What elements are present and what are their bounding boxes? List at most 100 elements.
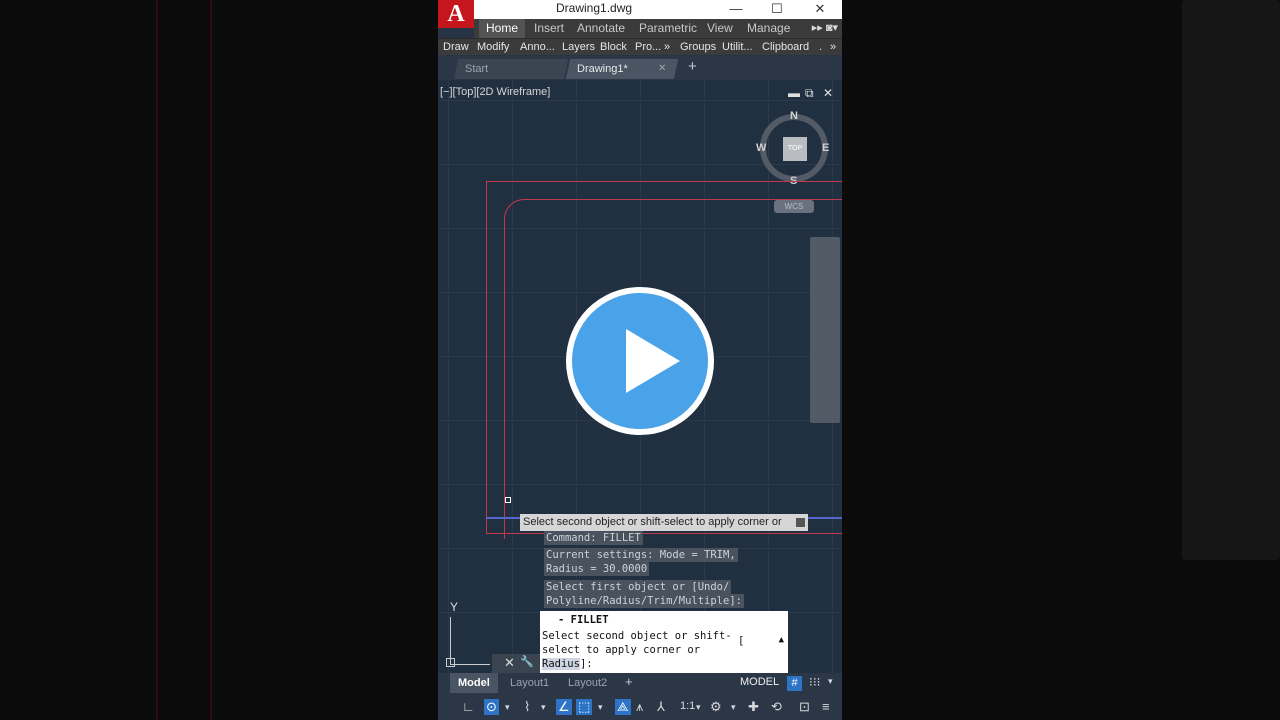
panel-draw[interactable]: Draw xyxy=(443,39,469,56)
ribbon-panels: Draw Modify Anno... Layers Block Pro... … xyxy=(438,38,842,55)
text-cursor: [ xyxy=(738,635,745,647)
play-button-fill xyxy=(572,293,708,429)
play-icon xyxy=(626,329,680,393)
workspace-caret-icon[interactable]: ▾ xyxy=(731,702,736,713)
more-tabs-icon[interactable]: ▸▸ ◙▾ xyxy=(812,19,838,38)
object-snap-caret-icon[interactable]: ▾ xyxy=(598,702,603,713)
viewport-minimize-icon[interactable]: ▬ xyxy=(788,86,800,100)
autocad-logo-icon[interactable]: A xyxy=(438,0,474,28)
scroll-up-icon[interactable]: ▲ xyxy=(779,635,784,645)
compass-west[interactable]: W xyxy=(756,142,766,154)
panel-annotation[interactable]: Anno... xyxy=(520,39,555,56)
tab-model[interactable]: Model xyxy=(450,673,498,693)
polar-caret-icon[interactable]: ▾ xyxy=(505,702,510,713)
tab-layout1[interactable]: Layout1 xyxy=(502,673,557,693)
panel-more-icon[interactable]: » xyxy=(664,39,670,56)
snap-caret-icon[interactable]: ▾ xyxy=(828,676,833,687)
command-line[interactable]: - FILLET Select second object or shift- … xyxy=(540,611,788,673)
command-prompt-line: select to apply corner or xyxy=(542,644,701,656)
minimize-button[interactable]: — xyxy=(724,0,748,19)
customize-wrench-icon[interactable]: 🔧 xyxy=(520,655,534,668)
viewport-controls-label[interactable]: [−][Top][2D Wireframe] xyxy=(440,86,550,98)
prompt-end: ]: xyxy=(579,658,593,670)
panel-layers[interactable]: Layers xyxy=(562,39,595,56)
polar-icon[interactable]: ⊙ xyxy=(484,699,499,715)
command-name: - FILLET xyxy=(558,614,609,626)
panel-utilities[interactable]: Utilit... xyxy=(722,39,753,56)
ucs-origin-icon xyxy=(446,658,455,667)
compass-north[interactable]: N xyxy=(790,110,798,122)
close-button[interactable]: ✕ xyxy=(808,0,832,19)
tooltip-options-icon[interactable] xyxy=(796,518,805,527)
history-line: Select first object or [Undo/ xyxy=(544,580,732,594)
scale-label[interactable]: 1:1 xyxy=(680,700,695,712)
panel-modify[interactable]: Modify xyxy=(477,39,509,56)
clean-screen-icon[interactable]: ⊡ xyxy=(799,699,810,715)
ucs-y-label: Y xyxy=(450,600,459,614)
tab-drawing1-label: Drawing1* xyxy=(577,63,628,75)
annotation-scale-icon[interactable]: ⅄ xyxy=(657,699,665,715)
window-title: Drawing1.dwg xyxy=(556,1,633,15)
grid-toggle-icon[interactable]: # xyxy=(787,676,802,691)
panel-properties[interactable]: Pro... xyxy=(635,39,661,56)
viewport-close-icon[interactable]: ✕ xyxy=(823,86,833,100)
radius-option[interactable]: Radius xyxy=(542,658,580,670)
background-panel xyxy=(1182,0,1280,560)
tab-start[interactable]: Start xyxy=(453,59,569,79)
status-bar: ∟ ⊙ ▾ ⌇ ▾ ∠ ⬚ ▾ ⟁ ⩚ ⅄ 1:1 ▾ ⚙ ▾ ✚ ⟲ ⊡ ≡ xyxy=(438,693,842,720)
tab-manage[interactable]: Manage xyxy=(747,19,790,38)
history-line: Polyline/Radius/Trim/Multiple]: xyxy=(544,594,744,608)
tab-drawing1[interactable]: Drawing1* ✕ xyxy=(565,59,679,79)
compass-east[interactable]: E xyxy=(822,142,829,154)
isodraft-icon[interactable]: ⌇ xyxy=(524,699,530,715)
tab-layout2[interactable]: Layout2 xyxy=(560,673,615,693)
viewport-restore-icon[interactable]: ⧉ xyxy=(805,86,814,101)
file-tabs: Start Drawing1* ✕ xyxy=(438,56,842,80)
object-snap-icon[interactable]: ⬚ xyxy=(576,699,593,715)
panel-end-mark: . xyxy=(819,41,823,53)
command-line-tools: ✕ 🔧 xyxy=(492,654,540,673)
command-prompt-line: Select second object or shift- xyxy=(542,630,732,642)
tab-insert[interactable]: Insert xyxy=(534,19,564,38)
annotation-monitor-icon[interactable]: ✚ xyxy=(748,699,759,715)
history-line: Command: FILLET xyxy=(544,531,643,545)
isodraft-caret-icon[interactable]: ▾ xyxy=(541,702,546,713)
history-line: Radius = 30.0000 xyxy=(544,562,650,576)
units-icon[interactable]: ⟲ xyxy=(771,699,782,715)
tooltip-text: Select second object or shift-select to … xyxy=(523,516,782,528)
customization-menu-icon[interactable]: ≡ xyxy=(822,699,830,714)
tab-view[interactable]: View xyxy=(707,19,733,38)
annotation-visibility-icon[interactable]: ⟁ xyxy=(615,699,631,715)
history-line: Current settings: Mode = TRIM, xyxy=(544,548,738,562)
tab-home[interactable]: Home xyxy=(479,19,526,38)
panel-groups[interactable]: Groups xyxy=(680,39,716,56)
maximize-button[interactable]: ☐ xyxy=(765,0,789,19)
pickbox-cursor xyxy=(505,497,511,503)
command-prompt: Select second object or shift- select to… xyxy=(542,629,742,671)
viewcube[interactable]: TOP xyxy=(760,114,828,182)
viewcube-top-face[interactable]: TOP xyxy=(783,137,807,161)
object-snap-tracking-icon[interactable]: ∠ xyxy=(556,699,572,715)
panel-more-icon[interactable]: » xyxy=(830,39,836,56)
scale-caret-icon[interactable]: ▾ xyxy=(696,702,701,713)
panel-block[interactable]: Block xyxy=(600,39,627,56)
background-line xyxy=(210,0,212,720)
layout-tabs: Model Layout1 Layout2 + MODEL # ⁝⁝⁝ ▾ xyxy=(438,673,842,693)
model-space-indicator[interactable]: MODEL xyxy=(740,676,779,688)
play-button[interactable] xyxy=(566,287,714,435)
tab-annotate[interactable]: Annotate xyxy=(577,19,625,38)
close-tab-icon[interactable]: ✕ xyxy=(658,59,666,79)
close-command-icon[interactable]: ✕ xyxy=(504,655,515,671)
ortho-icon[interactable]: ∟ xyxy=(462,699,475,714)
new-tab-button[interactable]: + xyxy=(688,58,697,75)
title-bar: Drawing1.dwg — ☐ ✕ xyxy=(438,0,842,19)
tab-parametric[interactable]: Parametric xyxy=(639,19,697,38)
add-layout-button[interactable]: + xyxy=(625,674,633,689)
snap-toggle-icon[interactable]: ⁝⁝⁝ xyxy=(809,675,820,689)
ribbon-tabs: Home Insert Annotate Parametric View Man… xyxy=(474,19,842,38)
tab-start-label: Start xyxy=(465,63,489,75)
ucs-x-axis xyxy=(450,664,490,665)
workspace-gear-icon[interactable]: ⚙ xyxy=(710,699,722,715)
auto-scale-icon[interactable]: ⩚ xyxy=(636,699,643,715)
panel-clipboard[interactable]: Clipboard xyxy=(762,39,809,56)
